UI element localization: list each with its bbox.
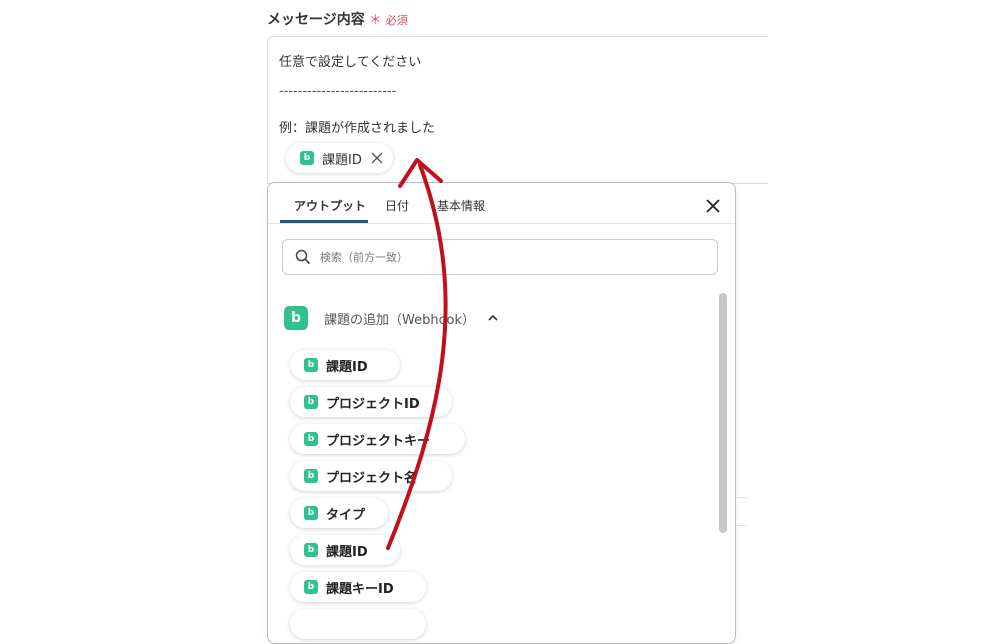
search-box[interactable] bbox=[282, 239, 718, 275]
output-item[interactable]: b 課題ID bbox=[290, 350, 400, 380]
chip-label: 課題ID bbox=[322, 152, 362, 168]
output-item[interactable] bbox=[290, 609, 426, 639]
backlog-icon: b bbox=[304, 358, 318, 372]
backlog-icon: b bbox=[304, 395, 318, 409]
scrollbar-thumb[interactable] bbox=[719, 293, 727, 533]
group-title: 課題の追加（Webhook） bbox=[324, 312, 476, 328]
tab-divider bbox=[268, 223, 735, 224]
tab-date[interactable]: 日付 bbox=[385, 197, 409, 214]
required-mark: ＊ bbox=[368, 13, 382, 28]
output-item[interactable]: b 課題キーID bbox=[290, 572, 426, 602]
output-item[interactable]: b タイプ bbox=[290, 498, 388, 528]
chevron-up-icon[interactable] bbox=[487, 312, 499, 324]
output-item-label: タイプ bbox=[326, 507, 366, 523]
backlog-app-icon: b bbox=[284, 306, 308, 330]
scrollbar[interactable] bbox=[719, 293, 727, 643]
tab-output[interactable]: アウトプット bbox=[294, 197, 366, 214]
textarea-line-3: 例：課題が作成されました bbox=[279, 121, 436, 136]
backlog-icon: b bbox=[304, 580, 318, 594]
remove-chip-icon[interactable] bbox=[371, 152, 383, 164]
output-group-header[interactable]: b 課題の追加（Webhook） bbox=[284, 306, 499, 330]
output-item-label: プロジェクト名 bbox=[326, 470, 418, 486]
field-label-text: メッセージ内容 bbox=[267, 12, 365, 28]
divider bbox=[736, 525, 748, 526]
backlog-icon: b bbox=[304, 543, 318, 557]
message-content-label: メッセージ内容 ＊ 必須 bbox=[267, 9, 408, 29]
backlog-icon: b bbox=[304, 432, 318, 446]
inserted-variable-chip[interactable]: b 課題ID bbox=[286, 143, 393, 173]
backlog-icon: b bbox=[304, 506, 318, 520]
output-item-label: プロジェクトキー bbox=[326, 433, 431, 449]
divider bbox=[736, 497, 748, 498]
output-picker-panel: アウトプット 日付 基本情報 b 課題の追加（Webhook） b 課題ID b… bbox=[267, 182, 736, 644]
output-item[interactable]: b プロジェクト名 bbox=[290, 461, 452, 491]
output-item-label: プロジェクトID bbox=[326, 396, 420, 412]
output-item[interactable]: b プロジェクトID bbox=[290, 387, 452, 417]
textarea-line-1: 任意で設定してください bbox=[279, 55, 422, 70]
required-badge: 必須 bbox=[385, 14, 408, 27]
output-item[interactable]: b 課題ID bbox=[290, 535, 400, 565]
search-input[interactable] bbox=[318, 249, 702, 265]
message-textarea[interactable]: 任意で設定してください ------------------------- 例：… bbox=[267, 36, 768, 184]
backlog-icon: b bbox=[300, 151, 314, 165]
tab-basic-info[interactable]: 基本情報 bbox=[437, 197, 485, 214]
search-icon bbox=[295, 249, 311, 265]
output-item-label: 課題ID bbox=[326, 544, 368, 560]
backlog-icon: b bbox=[304, 469, 318, 483]
textarea-line-2: ------------------------- bbox=[279, 84, 397, 99]
close-icon[interactable] bbox=[704, 197, 722, 215]
output-item-label: 課題キーID bbox=[326, 581, 394, 597]
output-item[interactable]: b プロジェクトキー bbox=[290, 424, 465, 454]
output-item-label: 課題ID bbox=[326, 359, 368, 375]
